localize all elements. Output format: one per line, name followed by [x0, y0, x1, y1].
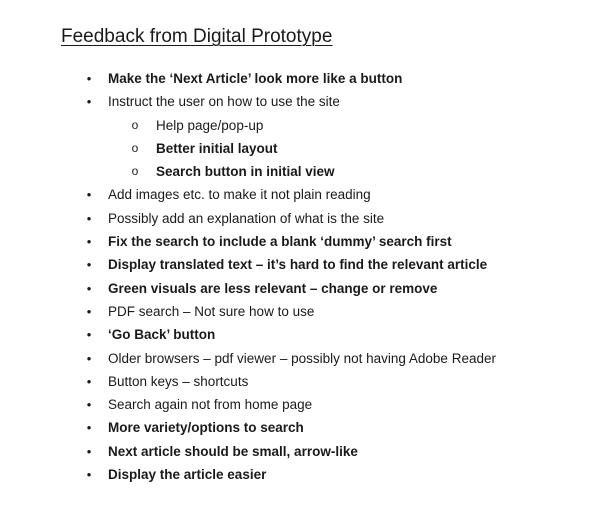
- bullet-marker: •: [86, 234, 92, 250]
- list-item-text: Search again not from home page: [108, 397, 313, 413]
- list-item: • Possibly add an explanation of what is …: [0, 207, 591, 230]
- bullet-marker: •: [86, 373, 92, 389]
- list-item-text: Display the article easier: [108, 467, 267, 483]
- bullet-marker: •: [86, 257, 92, 273]
- sub-list-item: o Better initial layout: [0, 137, 591, 160]
- list-item: • Search again not from home page: [0, 393, 591, 416]
- list-item-text: Search button in initial view: [156, 164, 335, 180]
- list-item: • ‘Go Back’ button: [0, 323, 591, 346]
- list-item: • Fix the search to include a blank ‘dumm…: [0, 230, 591, 253]
- sub-list-item: o Search button in initial view: [0, 160, 591, 183]
- list-item-text: Possibly add an explanation of what is t…: [108, 210, 385, 226]
- list-item-text: Button keys – shortcuts: [108, 373, 249, 389]
- document-title: Feedback from Digital Prototype: [61, 26, 333, 47]
- bullet-marker: •: [86, 210, 92, 226]
- list-item: • Display translated text – it’s hard to …: [0, 253, 591, 276]
- list-item: • Add images etc. to make it not plain re…: [0, 183, 591, 206]
- bullet-marker: •: [86, 187, 92, 203]
- sub-list-item: o Help page/pop-up: [0, 114, 591, 137]
- list-item: • Make the ‘Next Article’ look more like …: [0, 67, 591, 90]
- list-item-text: Green visuals are less relevant – change…: [108, 280, 438, 296]
- list-item-text: Add images etc. to make it not plain rea…: [108, 187, 371, 203]
- list-item: • Green visuals are less relevant – chang…: [0, 277, 591, 300]
- bullet-marker: •: [86, 94, 92, 110]
- list-item-text: Fix the search to include a blank ‘dummy…: [108, 234, 452, 250]
- bullet-marker: •: [86, 397, 92, 413]
- bullet-marker: •: [86, 303, 92, 319]
- list-item-text: More variety/options to search: [108, 420, 304, 436]
- bullet-marker: •: [86, 467, 92, 483]
- list-item-text: PDF search – Not sure how to use: [108, 303, 315, 319]
- list-item: • PDF search – Not sure how to use: [0, 300, 591, 323]
- bullet-marker: •: [86, 71, 92, 86]
- bullet-marker: •: [86, 420, 92, 436]
- list-item-text: ‘Go Back’ button: [108, 327, 216, 343]
- list-item-text: Help page/pop-up: [156, 117, 264, 133]
- bullet-marker: •: [86, 350, 92, 366]
- sub-bullet-marker: o: [131, 140, 139, 155]
- sub-bullet-marker: o: [131, 117, 139, 132]
- list-item: • More variety/options to search: [0, 416, 591, 439]
- list-item: • Display the article easier: [0, 463, 591, 486]
- list-item-text: Instruct the user on how to use the site: [108, 94, 340, 110]
- bullet-marker: •: [86, 280, 92, 296]
- list-item-text: Make the ‘Next Article’ look more like a…: [108, 71, 403, 86]
- list-item: • Button keys – shortcuts: [0, 370, 591, 393]
- bullet-marker: •: [86, 443, 92, 459]
- list-item-text: Older browsers – pdf viewer – possibly n…: [108, 350, 496, 366]
- list-item: • Next article should be small, arrow-lik…: [0, 440, 591, 463]
- list-item: • Older browsers – pdf viewer – possibly …: [0, 347, 591, 370]
- sub-bullet-marker: o: [131, 164, 139, 179]
- document-page: Feedback from Digital Prototype • Make th…: [0, 0, 591, 511]
- list-item: • Instruct the user on how to use the sit…: [0, 90, 591, 113]
- list-item-text: Display translated text – it’s hard to f…: [108, 257, 488, 273]
- list-item-text: Better initial layout: [156, 140, 278, 156]
- bullet-marker: •: [86, 327, 92, 343]
- feedback-list: • Make the ‘Next Article’ look more like …: [0, 67, 591, 486]
- list-item-text: Next article should be small, arrow-like: [108, 443, 358, 459]
